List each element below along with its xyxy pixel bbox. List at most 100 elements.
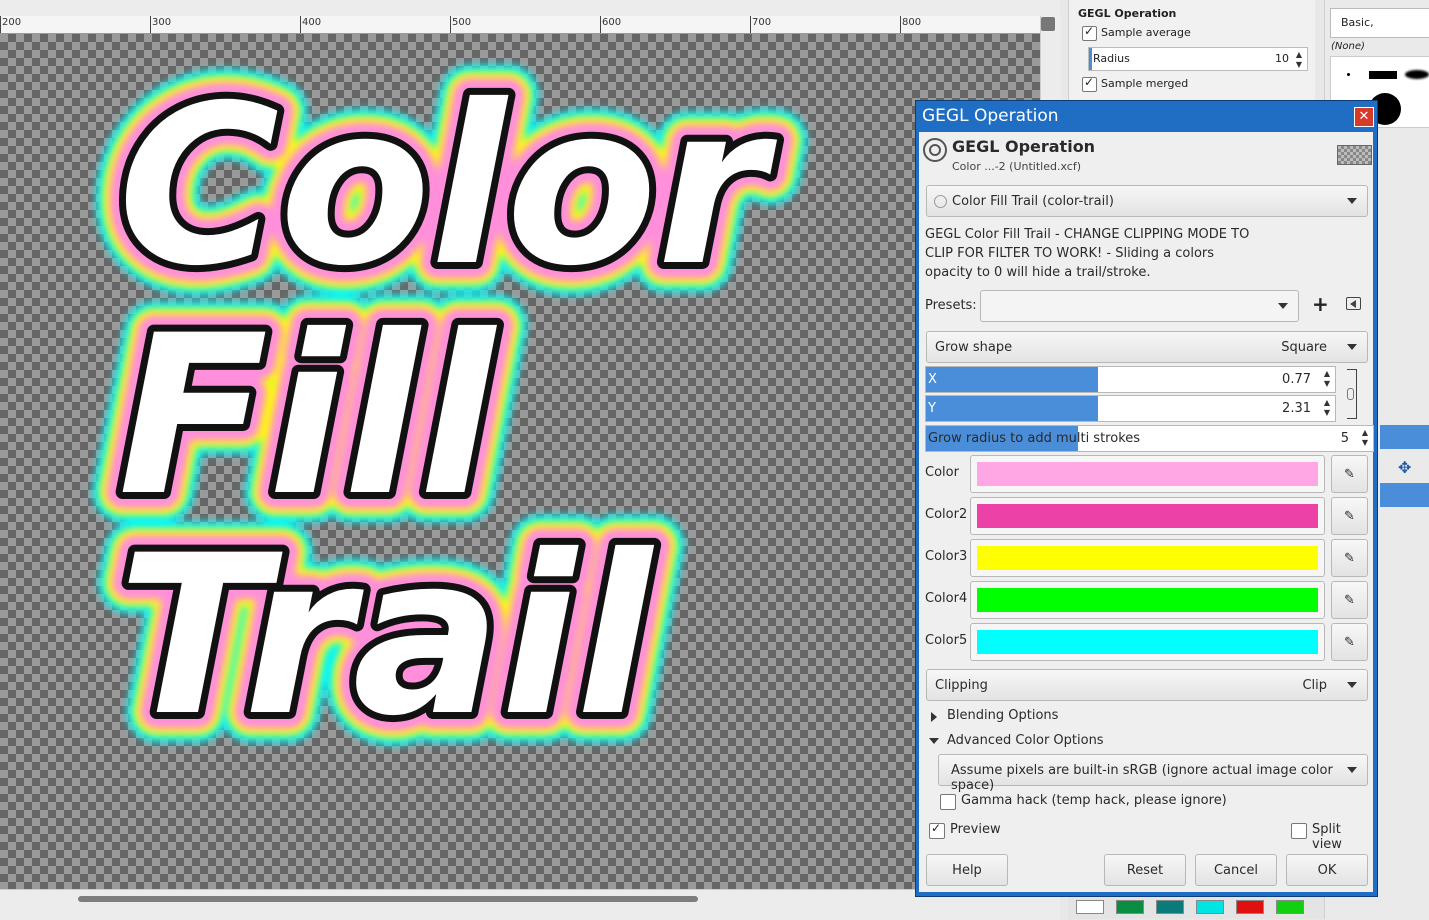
y-spinner[interactable]: Y 2.31 ▲ ▼ xyxy=(925,395,1336,422)
color-space-combo[interactable]: Assume pixels are built-in sRGB (ignore … xyxy=(938,754,1368,793)
canvas-text-line1: Color xyxy=(118,58,777,314)
advanced-color-options-expander[interactable]: Advanced Color Options xyxy=(947,733,1104,748)
color-label: Color xyxy=(925,465,959,480)
reset-button[interactable]: Reset xyxy=(1104,854,1186,886)
grow-shape-combo[interactable]: Grow shape Square xyxy=(926,331,1368,363)
ok-button-label: OK xyxy=(1317,862,1337,878)
grow-shape-value: Square xyxy=(1281,340,1327,355)
grow-radius-value: 5 xyxy=(1340,431,1349,446)
chain-link-icon[interactable] xyxy=(1347,369,1357,419)
palette-swatch[interactable] xyxy=(1196,900,1224,914)
image-canvas[interactable]: Color Fill Trail Color Fill Trail Color … xyxy=(0,34,1040,889)
color3-picker-button[interactable]: ✎ xyxy=(1331,539,1368,577)
tool-options-title: GEGL Operation xyxy=(1078,7,1177,20)
color2-button[interactable] xyxy=(970,497,1325,535)
palette-swatch[interactable] xyxy=(1076,900,1104,914)
palette-swatch[interactable] xyxy=(1236,900,1264,914)
dialog-titlebar[interactable]: GEGL Operation xyxy=(916,101,1377,131)
eyedropper-icon: ✎ xyxy=(1344,550,1355,566)
chevron-down-icon xyxy=(1347,682,1357,688)
clipping-label: Clipping xyxy=(935,678,988,693)
x-spinner[interactable]: X 0.77 ▲ ▼ xyxy=(925,366,1336,393)
color5-swatch xyxy=(977,630,1318,654)
color3-swatch xyxy=(977,546,1318,570)
eyedropper-icon: ✎ xyxy=(1344,508,1355,524)
gamma-hack-label: Gamma hack (temp hack, please ignore) xyxy=(961,793,1227,808)
palette-swatch[interactable] xyxy=(1116,900,1144,914)
brush-preset-combo[interactable]: Basic, xyxy=(1330,8,1429,38)
horizontal-scrollbar[interactable] xyxy=(0,889,1060,920)
y-fill xyxy=(926,396,1098,421)
chevron-down-icon[interactable] xyxy=(929,738,939,744)
sample-average-label: Sample average xyxy=(1101,26,1191,39)
clipping-combo[interactable]: Clipping Clip xyxy=(926,669,1368,701)
operation-name: Color Fill Trail (color-trail) xyxy=(952,194,1114,209)
operation-combo[interactable]: Color Fill Trail (color-trail) xyxy=(926,185,1368,217)
horizontal-scroll-thumb[interactable] xyxy=(78,896,698,902)
horizontal-ruler: 200 300 400 500 600 700 800 xyxy=(0,16,1040,34)
preview-checkbox[interactable] xyxy=(929,821,945,839)
preset-menu-icon[interactable] xyxy=(1346,297,1361,310)
color5-picker-button[interactable]: ✎ xyxy=(1331,623,1368,661)
split-view-checkbox[interactable] xyxy=(1291,823,1307,839)
color4-button[interactable] xyxy=(970,581,1325,619)
help-button[interactable]: Help xyxy=(926,854,1008,886)
navigate-icon[interactable] xyxy=(1041,17,1055,31)
cancel-button-label: Cancel xyxy=(1213,862,1259,878)
color4-picker-button[interactable]: ✎ xyxy=(1331,581,1368,619)
close-icon[interactable]: ✕ xyxy=(1354,107,1374,127)
brush-fuzzy[interactable] xyxy=(1405,70,1429,79)
gamma-hack-checkbox[interactable] xyxy=(940,794,956,810)
color2-picker-button[interactable]: ✎ xyxy=(1331,497,1368,535)
operation-description: GEGL Color Fill Trail - CHANGE CLIPPING … xyxy=(925,227,1250,280)
dialog-header-title: GEGL Operation xyxy=(952,137,1096,156)
color4-swatch xyxy=(977,588,1318,612)
layer-row-selected[interactable] xyxy=(1380,483,1429,507)
brush-none-label: (None) xyxy=(1331,41,1365,52)
top-toolbar-strip xyxy=(0,0,1060,17)
brush-dot[interactable] xyxy=(1347,73,1350,76)
sample-merged-checkbox[interactable] xyxy=(1082,75,1097,92)
x-fill xyxy=(926,367,1098,392)
chevron-right-icon[interactable] xyxy=(931,712,937,722)
palette-swatch[interactable] xyxy=(1156,900,1184,914)
layer-thumbnail xyxy=(1337,145,1372,165)
add-preset-icon[interactable]: + xyxy=(1312,292,1329,316)
sample-average-checkbox[interactable] xyxy=(1082,24,1097,41)
radius-spinner[interactable]: Radius 10 ▲ ▼ xyxy=(1088,47,1308,71)
y-spin-arrows[interactable]: ▲ ▼ xyxy=(1322,398,1332,418)
palette-swatch[interactable] xyxy=(1276,900,1304,914)
chevron-down-icon xyxy=(1278,303,1288,309)
gegl-small-icon xyxy=(934,195,947,208)
eyedropper-icon: ✎ xyxy=(1344,466,1355,482)
color3-button[interactable] xyxy=(970,539,1325,577)
x-spin-arrows[interactable]: ▲ ▼ xyxy=(1322,369,1332,389)
blending-options-expander[interactable]: Blending Options xyxy=(947,708,1058,723)
dialog-body: GEGL Operation Color ...-2 (Untitled.xcf… xyxy=(919,132,1374,892)
sample-merged-label: Sample merged xyxy=(1101,77,1189,90)
gegl-logo-icon xyxy=(923,138,947,162)
presets-combo[interactable] xyxy=(980,290,1299,322)
ok-button[interactable]: OK xyxy=(1286,854,1368,886)
cancel-button[interactable]: Cancel xyxy=(1195,854,1277,886)
chevron-down-icon xyxy=(1347,767,1357,773)
move-icon[interactable]: ✥ xyxy=(1398,458,1411,477)
clipping-value: Clip xyxy=(1302,678,1327,693)
radius-spin-arrows[interactable]: ▲ ▼ xyxy=(1294,50,1304,70)
brush-square[interactable] xyxy=(1369,71,1397,79)
color3-label: Color3 xyxy=(925,549,968,564)
color-button[interactable] xyxy=(970,455,1325,493)
color5-button[interactable] xyxy=(970,623,1325,661)
grow-radius-spin-arrows[interactable]: ▲ ▼ xyxy=(1360,428,1370,448)
grow-radius-label: Grow radius to add multi strokes xyxy=(928,431,1141,446)
color-picker-button[interactable]: ✎ xyxy=(1331,455,1368,493)
radius-label: Radius xyxy=(1093,52,1130,65)
dialog-header-subtitle: Color ...-2 (Untitled.xcf) xyxy=(952,160,1081,173)
gegl-operation-dialog: GEGL Operation ✕ GEGL Operation Color ..… xyxy=(915,100,1378,897)
help-button-label: Help xyxy=(952,862,982,878)
grow-radius-spinner[interactable]: Grow radius to add multi strokes 5 ▲ ▼ xyxy=(925,425,1374,452)
layer-row-selected[interactable] xyxy=(1380,425,1429,449)
canvas-text-line3: Trail xyxy=(118,508,654,764)
radius-fill xyxy=(1089,48,1092,70)
split-view-label: Split view xyxy=(1312,822,1342,852)
